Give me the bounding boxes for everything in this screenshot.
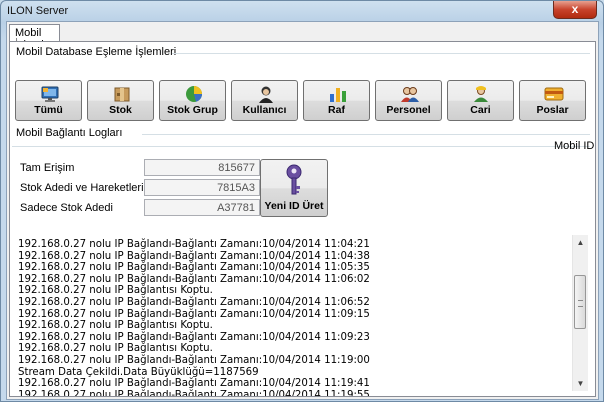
field-label-full-access: Tam Erişim [20,162,75,174]
full-access-id-field[interactable]: 815677 [144,159,260,176]
window-title: ILON Server [7,5,69,17]
key-icon [286,164,302,195]
sync-pos-button[interactable]: Poslar [519,80,586,121]
user-icon [259,86,273,103]
log-scrollbar[interactable]: ▲ ▼ [572,235,588,391]
sync-stock-button[interactable]: Stok [87,80,154,121]
sync-user-button[interactable]: Kullanıcı [231,80,298,121]
sync-stock-group-label: Stok Grup [167,104,218,116]
scroll-down-icon[interactable]: ▼ [573,376,588,391]
pie-icon [186,86,202,102]
scroll-up-icon[interactable]: ▲ [573,235,588,250]
sync-user-label: Kullanıcı [242,104,287,116]
app-window: ILON Server x Mobil İşlemler Mobil Datab… [0,0,604,402]
sync-stock-group-button[interactable]: Stok Grup [159,80,226,121]
field-label-stock-only: Sadece Stok Adedi [20,202,113,214]
sync-personnel-label: Personel [386,104,431,116]
client-area: Mobil İşlemler Mobil Database Eşleme İşl… [6,21,599,400]
generate-id-label: Yeni ID Üret [264,200,324,212]
log-line: 192.168.0.27 nolu IP Bağlandı-Bağlantı Z… [18,262,370,274]
sync-shelf-label: Raf [328,104,345,116]
log-line: 192.168.0.27 nolu IP Bağlandı-Bağlantı Z… [18,273,370,285]
sync-customer-button[interactable]: Cari [447,80,514,121]
bar-chart-icon [330,88,346,102]
group-divider [142,134,590,135]
connection-log-list[interactable]: 192.168.0.27 nolu IP Bağlandı-Bağlantı Z… [11,232,591,396]
sync-customer-label: Cari [470,104,491,116]
log-line: 192.168.0.27 nolu IP Bağlandı-Bağlantı Z… [18,297,370,308]
sync-stock-label: Stok [109,104,132,116]
log-line: 192.168.0.27 nolu IP Bağlandı-Bağlantı Z… [18,378,370,390]
log-line: 192.168.0.27 nolu IP Bağlandı-Bağlantı Z… [18,331,370,343]
group-divider [172,53,590,54]
sync-all-button[interactable]: Tümü [15,80,82,121]
log-line: 192.168.0.27 nolu IP Bağlantısı Koptu. [18,343,213,355]
title-bar[interactable]: ILON Server x [1,1,603,21]
monitor-icon [41,86,59,102]
log-group-title: Mobil Bağlantı Logları [16,127,123,139]
close-button[interactable]: x [553,1,597,19]
group-icon [401,87,419,102]
log-line: Stream Data Çekildi.Data Büyüklüğü=11875… [18,366,259,378]
field-label-stock-movements: Stok Adedi ve Hareketleri [20,182,144,194]
sync-shelf-button[interactable]: Raf [303,80,370,121]
sync-all-label: Tümü [34,104,63,116]
log-line: 192.168.0.27 nolu IP Bağlandı-Bağlantı Z… [18,389,370,396]
log-line: 192.168.0.27 nolu IP Bağlandı-Bağlantı Z… [18,239,370,250]
scroll-thumb[interactable] [574,275,586,329]
mobile-id-label: Mobil ID [554,140,595,152]
group-divider [12,146,590,147]
sync-pos-label: Poslar [536,104,569,116]
customer-icon [474,86,488,102]
log-line: 192.168.0.27 nolu IP Bağlandı-Bağlantı Z… [18,308,370,320]
box-icon [114,87,130,102]
log-line: 192.168.0.27 nolu IP Bağlantısı Koptu. [18,285,213,297]
credit-card-icon [544,87,564,101]
sync-group-title: Mobil Database Eşleme İşlemleri [16,46,177,58]
generate-id-button[interactable]: Yeni ID Üret [260,159,328,217]
log-line: 192.168.0.27 nolu IP Bağlantısı Koptu. [18,320,213,332]
stock-movements-id-field[interactable]: 7815A3 [144,179,260,196]
log-line: 192.168.0.27 nolu IP Bağlandı-Bağlantı Z… [18,355,370,366]
log-line: 192.168.0.27 nolu IP Bağlandı-Bağlantı Z… [18,250,370,262]
sync-personnel-button[interactable]: Personel [375,80,442,121]
stock-only-id-field[interactable]: A37781 [144,199,260,216]
